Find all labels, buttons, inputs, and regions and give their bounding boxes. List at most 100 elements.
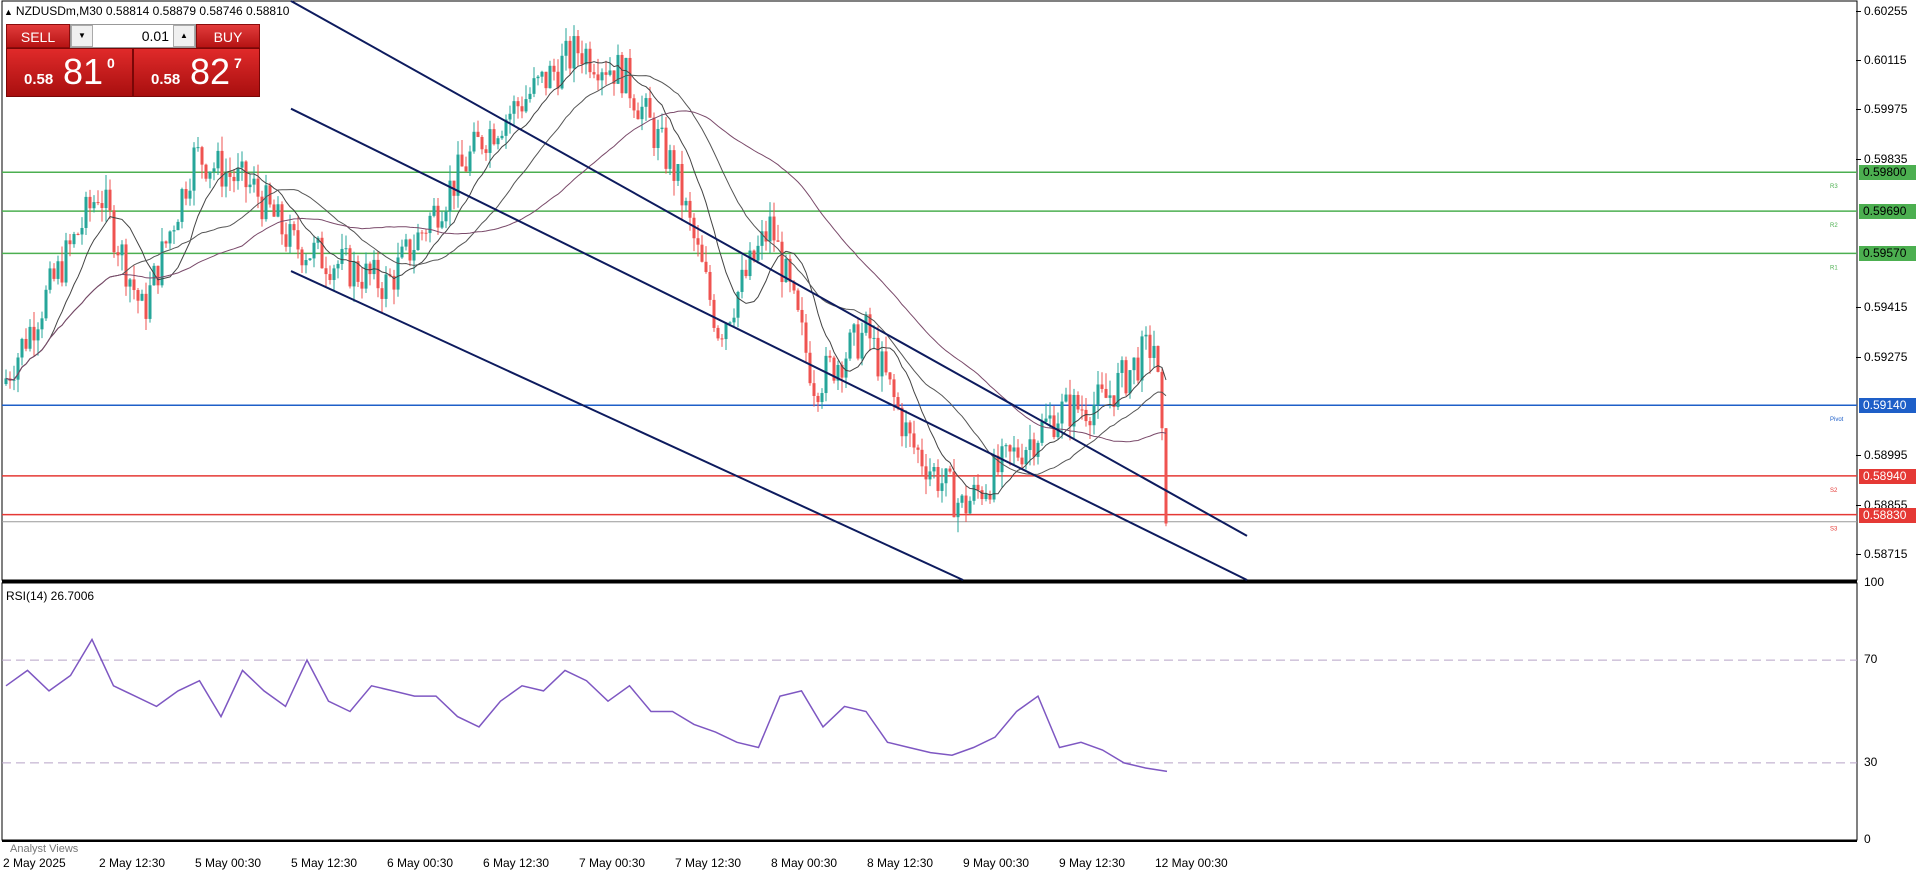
level-tag-r2: R2 (1830, 223, 1838, 229)
collapse-triangle-icon[interactable]: ▲ (4, 7, 13, 17)
candle-body (556, 71, 560, 89)
candle-body (728, 322, 732, 324)
candle-body (132, 279, 136, 291)
candle-body (812, 383, 816, 396)
level-tag-pivot: Pivot (1830, 417, 1844, 423)
candle-body (124, 244, 128, 287)
candle-body (844, 358, 848, 378)
candle-body (648, 98, 652, 118)
chart-canvas[interactable]: R3 R2 R1 Pivot S2 S3 (0, 0, 1916, 874)
candle-body (748, 250, 752, 277)
candle-body (1064, 394, 1068, 402)
candle-body (228, 172, 232, 177)
candle-body (1148, 334, 1152, 358)
candle-body (620, 54, 624, 94)
candle-body (20, 338, 24, 358)
moving-average-12 (5, 61, 1167, 496)
buy-button[interactable]: BUY (196, 24, 260, 48)
candle-body (896, 397, 900, 408)
candle-body (340, 248, 344, 264)
candle-body (1144, 334, 1148, 337)
candle-body (52, 268, 56, 279)
candle-body (524, 99, 528, 112)
candle-body (948, 468, 952, 472)
time-tick: 7 May 00:30 (579, 856, 646, 870)
candle-body (652, 117, 656, 148)
candle-body (176, 221, 180, 231)
analyst-views-label[interactable]: Analyst Views (10, 843, 78, 855)
candle-body (420, 232, 424, 234)
candle-body (404, 239, 408, 247)
candle-body (28, 326, 32, 349)
candle-body (984, 493, 988, 500)
candle-body (1140, 336, 1144, 381)
candle-body (528, 93, 532, 100)
candle-body (412, 249, 416, 261)
candle-body (956, 502, 960, 518)
rsi-line (5, 637, 1168, 773)
candle-body (224, 172, 228, 187)
candle-body (884, 351, 888, 373)
candle-body (364, 263, 368, 289)
channel-line-1 (290, 0, 1248, 537)
sell-price-fraction: 0 (107, 55, 115, 71)
candle-body (308, 258, 312, 261)
candle-body (384, 274, 388, 299)
candle-body (184, 189, 188, 199)
sell-button[interactable]: SELL (6, 24, 70, 48)
candle-body (720, 338, 724, 340)
lot-size-input[interactable] (93, 25, 173, 47)
candle-body (464, 166, 468, 172)
candle-body (816, 395, 820, 403)
level-tag-s2: S2 (1830, 488, 1838, 494)
candle-body (140, 293, 144, 301)
rsi-panel (2, 637, 1857, 773)
candle-body (500, 135, 504, 139)
candle-body (1096, 384, 1100, 405)
candle-body (744, 269, 748, 277)
candle-body (104, 189, 108, 209)
candle-body (144, 293, 148, 319)
candle-body (288, 224, 292, 247)
lot-increase-icon[interactable]: ▲ (173, 25, 195, 47)
candle-body (300, 249, 304, 266)
candle-body (336, 263, 340, 269)
rsi-panel-frame (1, 582, 1858, 841)
candle-body (916, 447, 920, 450)
candle-body (716, 327, 720, 339)
candle-body (932, 466, 936, 472)
candle-body (180, 189, 184, 222)
candle-body (36, 329, 40, 341)
candle-body (32, 326, 36, 341)
candle-body (848, 332, 852, 359)
candle-body (472, 131, 476, 152)
rsi-tick: 30 (1864, 754, 1878, 769)
trend-channel (290, 0, 1248, 581)
candle-body (1036, 442, 1040, 457)
candle-body (192, 147, 196, 191)
buy-price-button[interactable]: 0.58 82 7 (133, 48, 260, 97)
sell-price-button[interactable]: 0.58 81 0 (6, 48, 133, 97)
lot-decrease-icon[interactable]: ▼ (71, 25, 93, 47)
candle-body (1088, 421, 1092, 426)
candle-body (944, 468, 948, 484)
candle-body (804, 322, 808, 353)
sell-price-main: 81 (63, 51, 104, 92)
candle-body (1120, 360, 1124, 373)
candle-body (1108, 395, 1112, 398)
candle-body (640, 106, 644, 120)
candle-body (264, 185, 268, 220)
candle-body (1076, 394, 1080, 410)
candle-body (1128, 370, 1132, 394)
candle-body (84, 196, 88, 228)
buy-price-fraction: 7 (234, 55, 242, 71)
candle-body (40, 318, 44, 330)
candle-body (360, 281, 364, 289)
buy-price-main: 82 (190, 51, 231, 92)
candle-body (696, 238, 700, 245)
candle-body (952, 471, 956, 518)
candle-body (636, 110, 640, 120)
candle-body (1156, 345, 1160, 372)
candle-body (172, 230, 176, 232)
price-tick: 0.59835 (1855, 151, 1908, 166)
